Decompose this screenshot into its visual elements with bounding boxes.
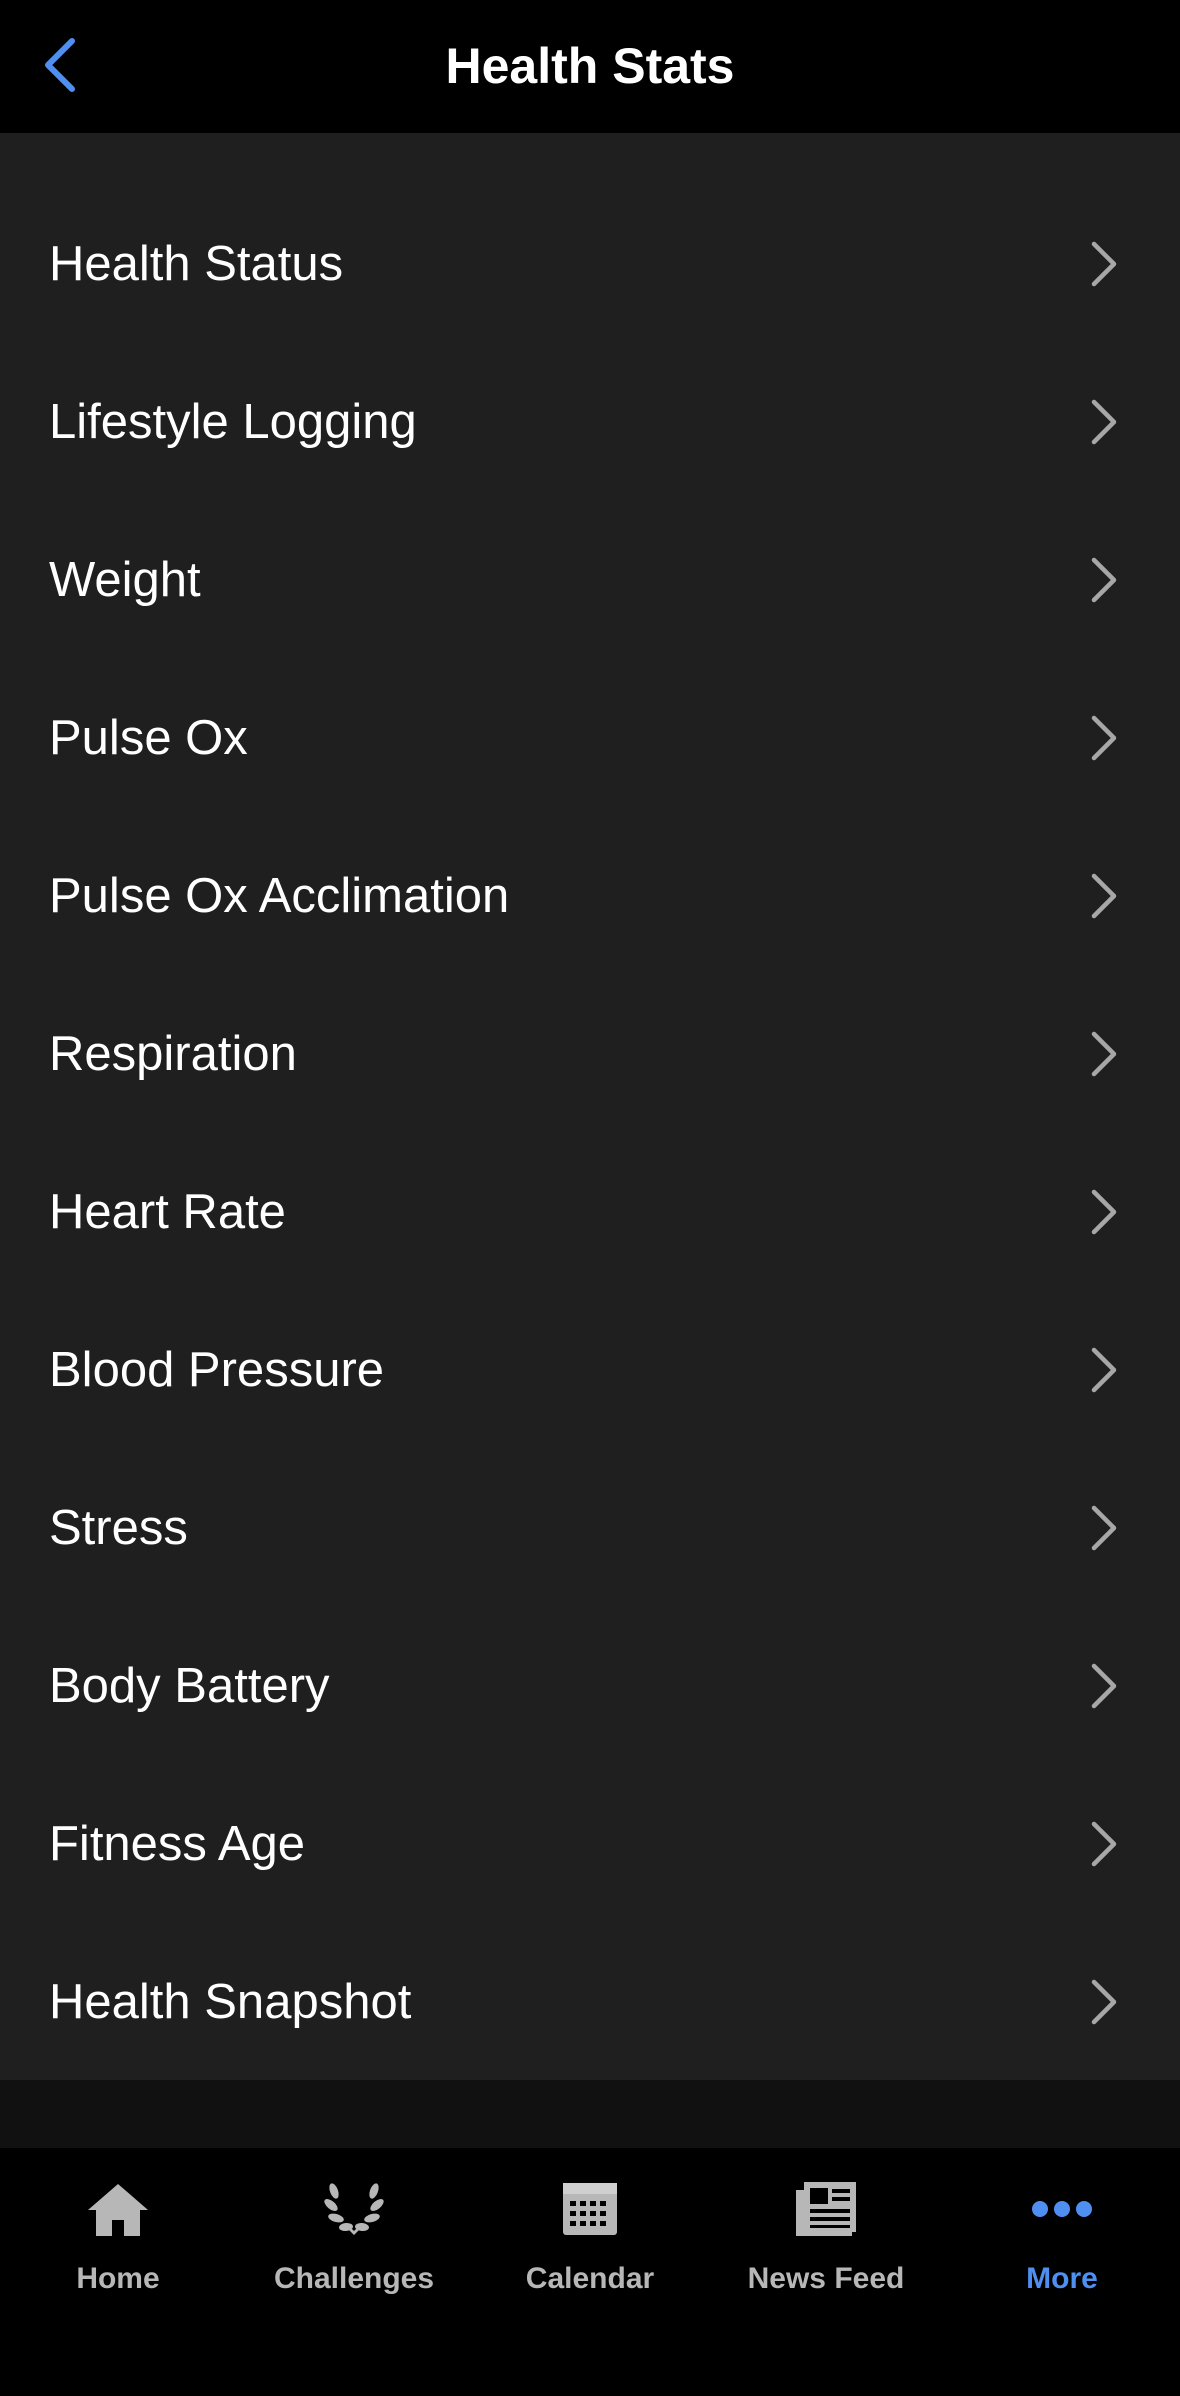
more-dots-icon bbox=[1032, 2201, 1092, 2217]
tab-label: Challenges bbox=[273, 2262, 435, 2295]
home-icon bbox=[88, 2184, 148, 2236]
list-item-weight[interactable]: Weight bbox=[0, 501, 1180, 659]
chevron-right-icon bbox=[1084, 1820, 1124, 1868]
list-item-label: Respiration bbox=[49, 1027, 297, 1081]
list-item-pulse-ox[interactable]: Pulse Ox bbox=[0, 659, 1180, 817]
chevron-right-icon bbox=[1084, 1346, 1124, 1394]
calendar-icon bbox=[563, 2183, 617, 2235]
tab-news-feed[interactable]: News Feed bbox=[708, 2176, 944, 2316]
chevron-right-icon bbox=[1084, 1662, 1124, 1710]
list-item-body-battery[interactable]: Body Battery bbox=[0, 1607, 1180, 1765]
health-stats-list[interactable]: Health Status Lifestyle Logging Weight P… bbox=[0, 133, 1180, 2080]
tab-more[interactable]: More bbox=[944, 2176, 1180, 2316]
list-item-lifestyle-logging[interactable]: Lifestyle Logging bbox=[0, 343, 1180, 501]
chevron-right-icon bbox=[1084, 1504, 1124, 1552]
list-item-heart-rate[interactable]: Heart Rate bbox=[0, 1133, 1180, 1291]
nav-header: Health Stats bbox=[0, 0, 1180, 133]
list-item-stress[interactable]: Stress bbox=[0, 1449, 1180, 1607]
list-item-label: Pulse Ox bbox=[49, 711, 248, 765]
chevron-right-icon bbox=[1084, 1188, 1124, 1236]
chevron-right-icon bbox=[1084, 872, 1124, 920]
list-item-health-status[interactable]: Health Status bbox=[0, 185, 1180, 343]
list-item-label: Health Status bbox=[49, 237, 344, 291]
list-item-label: Stress bbox=[49, 1501, 188, 1555]
tab-home[interactable]: Home bbox=[0, 2176, 236, 2316]
chevron-right-icon bbox=[1084, 240, 1124, 288]
chevron-right-icon bbox=[1084, 556, 1124, 604]
tab-calendar[interactable]: Calendar bbox=[472, 2176, 708, 2316]
chevron-right-icon bbox=[1084, 1030, 1124, 1078]
list-item-label: Fitness Age bbox=[49, 1817, 306, 1871]
tab-label: More bbox=[1026, 2262, 1098, 2295]
newspaper-icon bbox=[796, 2182, 856, 2236]
list-item-blood-pressure[interactable]: Blood Pressure bbox=[0, 1291, 1180, 1449]
chevron-right-icon bbox=[1084, 398, 1124, 446]
list-item-pulse-ox-acclimation[interactable]: Pulse Ox Acclimation bbox=[0, 817, 1180, 975]
tab-challenges[interactable]: Challenges bbox=[236, 2176, 472, 2316]
chevron-right-icon bbox=[1084, 714, 1124, 762]
page-title: Health Stats bbox=[445, 38, 735, 94]
bottom-tab-bar: Home Challenges Calendar News Feed More bbox=[0, 2148, 1180, 2396]
list-item-label: Health Snapshot bbox=[49, 1975, 412, 2029]
tab-label: News Feed bbox=[747, 2262, 905, 2295]
list-item-label: Weight bbox=[49, 553, 201, 607]
chevron-right-icon bbox=[1084, 1978, 1124, 2026]
list-item-label: Blood Pressure bbox=[49, 1343, 385, 1397]
list-item-respiration[interactable]: Respiration bbox=[0, 975, 1180, 1133]
list-item-fitness-age[interactable]: Fitness Age bbox=[0, 1765, 1180, 1923]
list-item-health-snapshot[interactable]: Health Snapshot bbox=[0, 1923, 1180, 2080]
tab-label: Calendar bbox=[525, 2262, 655, 2295]
list-item-label: Lifestyle Logging bbox=[49, 395, 417, 449]
list-item-label: Heart Rate bbox=[49, 1185, 286, 1239]
health-stats-screen: Health Stats Health Status Lifestyle Log… bbox=[0, 0, 1180, 2396]
tab-label: Home bbox=[76, 2262, 160, 2295]
laurel-icon bbox=[324, 2183, 384, 2235]
list-item-label: Body Battery bbox=[49, 1659, 330, 1713]
list-rows: Health Status Lifestyle Logging Weight P… bbox=[0, 185, 1180, 2080]
list-item-label: Pulse Ox Acclimation bbox=[49, 869, 510, 923]
